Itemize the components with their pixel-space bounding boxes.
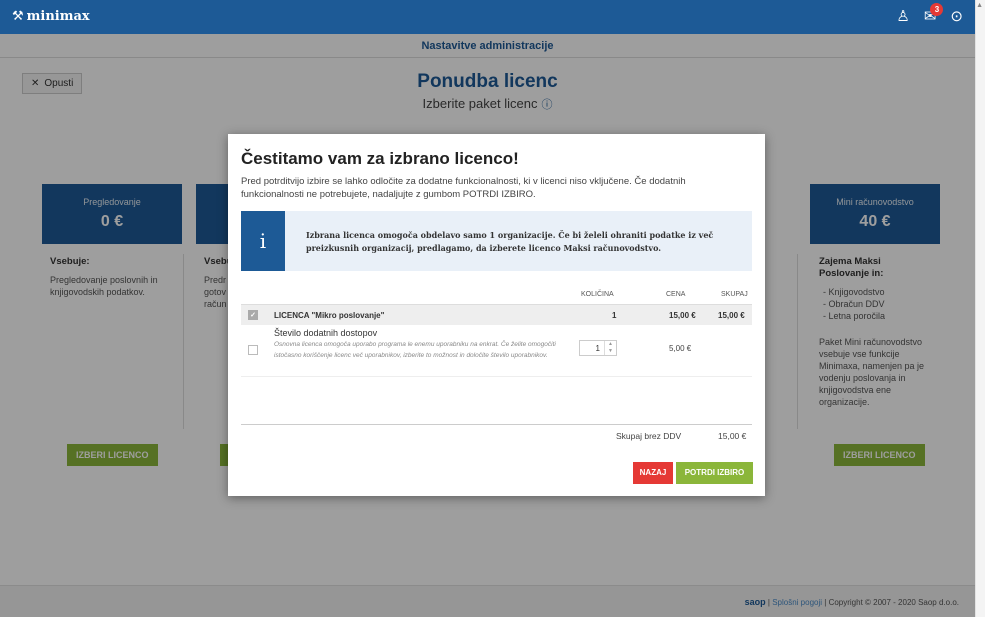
table-divider <box>241 424 752 425</box>
stepper-arrows-icon[interactable]: ▲ ▼ <box>604 341 616 355</box>
license-table: KOLIČINA CENA SKUPAJ ✓ LICENCA "Mikro po… <box>241 284 752 377</box>
info-box-text: Izbrana licenca omogoča obdelavo samo 1 … <box>306 230 714 253</box>
total-value: 15,00 € <box>718 431 747 441</box>
help-icon[interactable]: ⊙ <box>950 7 963 27</box>
license-confirm-dialog: Čestitamo vam za izbrano licenco! Pred p… <box>228 134 765 496</box>
scroll-up-arrow-icon[interactable]: ▲ <box>976 2 983 9</box>
quantity-stepper[interactable]: 1 ▲ ▼ <box>579 340 617 356</box>
dialog-description: Pred potrditvijo izbire se lahko odločit… <box>241 176 686 200</box>
table-row-addon: Število dodatnih dostopov Osnovna licenc… <box>241 325 752 377</box>
quantity-value[interactable]: 1 <box>586 344 600 353</box>
dialog-title: Čestitamo vam za izbrano licenco! <box>241 149 519 168</box>
addon-description: Osnovna licenca omogoča uporabo programa… <box>274 341 556 359</box>
table-header: KOLIČINA CENA SKUPAJ <box>241 284 752 305</box>
license-checkbox: ✓ <box>248 310 258 320</box>
license-price: 15,00 € <box>669 311 696 320</box>
license-quantity: 1 <box>612 311 617 320</box>
license-name: LICENCA "Mikro poslovanje" <box>274 311 385 320</box>
user-icon[interactable]: ♙ <box>896 7 909 27</box>
notification-badge: 3 <box>930 3 944 16</box>
license-total: 15,00 € <box>718 311 745 320</box>
top-bar: ⚒ minimax ♙ ✉ 3 ⊙ <box>0 0 975 34</box>
table-row-license: ✓ LICENCA "Mikro poslovanje" 1 15,00 € 1… <box>241 305 752 325</box>
confirm-button[interactable]: POTRDI IZBIRO <box>676 462 753 484</box>
logo-text: minimax <box>26 9 90 24</box>
app-logo[interactable]: ⚒ minimax <box>12 9 90 24</box>
addon-title: Število dodatnih dostopov <box>274 328 378 338</box>
info-icon: i <box>241 211 285 271</box>
column-price: CENA <box>666 291 686 298</box>
page-scrollbar[interactable]: ▲ <box>975 0 985 617</box>
column-quantity: KOLIČINA <box>581 291 614 298</box>
back-button[interactable]: NAZAJ <box>633 462 673 484</box>
messages-icon[interactable]: ✉ 3 <box>924 3 944 27</box>
info-box: i Izbrana licenca omogoča obdelavo samo … <box>241 211 752 271</box>
total-label: Skupaj brez DDV <box>616 431 682 441</box>
logo-icon: ⚒ <box>12 9 24 24</box>
addon-price: 5,00 € <box>669 344 692 353</box>
column-total: SKUPAJ <box>721 291 748 298</box>
top-icons: ♙ ✉ 3 ⊙ <box>896 3 963 27</box>
addon-checkbox[interactable] <box>248 345 258 355</box>
